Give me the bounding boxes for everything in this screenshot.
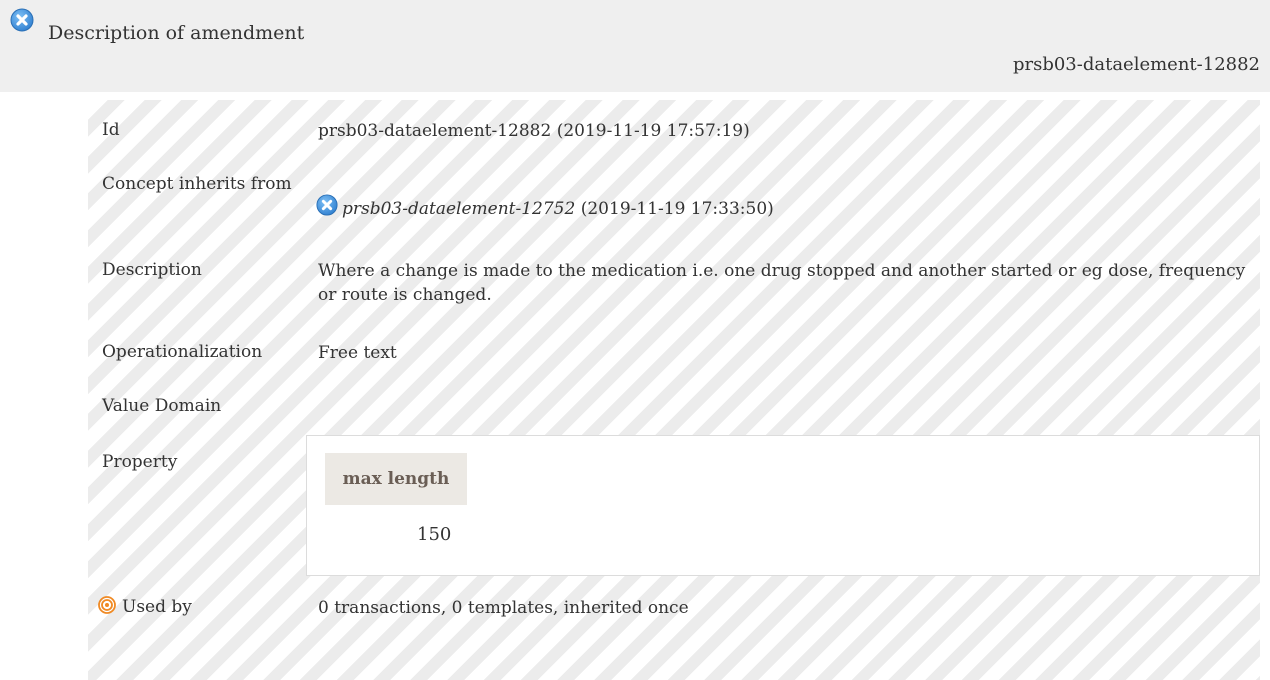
inherits-label: Concept inherits from bbox=[102, 174, 292, 194]
operationalization-label: Operationalization bbox=[102, 342, 263, 362]
id-label: Id bbox=[102, 120, 120, 140]
inherits-ref-date: (2019-11-19 17:33:50) bbox=[580, 199, 774, 219]
target-icon[interactable] bbox=[98, 596, 116, 614]
used-by-label: Used by bbox=[98, 596, 192, 618]
concept-header: Description of amendment prsb03-dataelem… bbox=[0, 0, 1270, 92]
value-domain-label: Value Domain bbox=[102, 396, 222, 416]
description-label: Description bbox=[102, 260, 202, 280]
operationalization-value: Free text bbox=[318, 343, 397, 363]
inherits-value: prsb03-dataelement-12752 (2019-11-19 17:… bbox=[316, 194, 774, 221]
concept-id-label: prsb03-dataelement-12882 bbox=[1012, 54, 1260, 75]
description-value: Where a change is made to the medication… bbox=[318, 261, 1246, 305]
property-column-value: 150 bbox=[417, 524, 452, 545]
property-label: Property bbox=[102, 452, 178, 472]
property-table: max length 150 bbox=[306, 435, 1260, 576]
used-by-value: 0 transactions, 0 templates, inherited o… bbox=[318, 598, 689, 618]
used-by-text: Used by bbox=[122, 597, 192, 617]
property-column-header: max length bbox=[325, 453, 467, 505]
id-value: prsb03-dataelement-12882 (2019-11-19 17:… bbox=[318, 121, 750, 141]
close-circle-icon[interactable] bbox=[316, 194, 338, 216]
inherits-ref-link[interactable]: prsb03-dataelement-12752 bbox=[342, 199, 575, 219]
concept-title: Description of amendment bbox=[48, 22, 305, 44]
close-circle-icon[interactable] bbox=[10, 8, 34, 32]
